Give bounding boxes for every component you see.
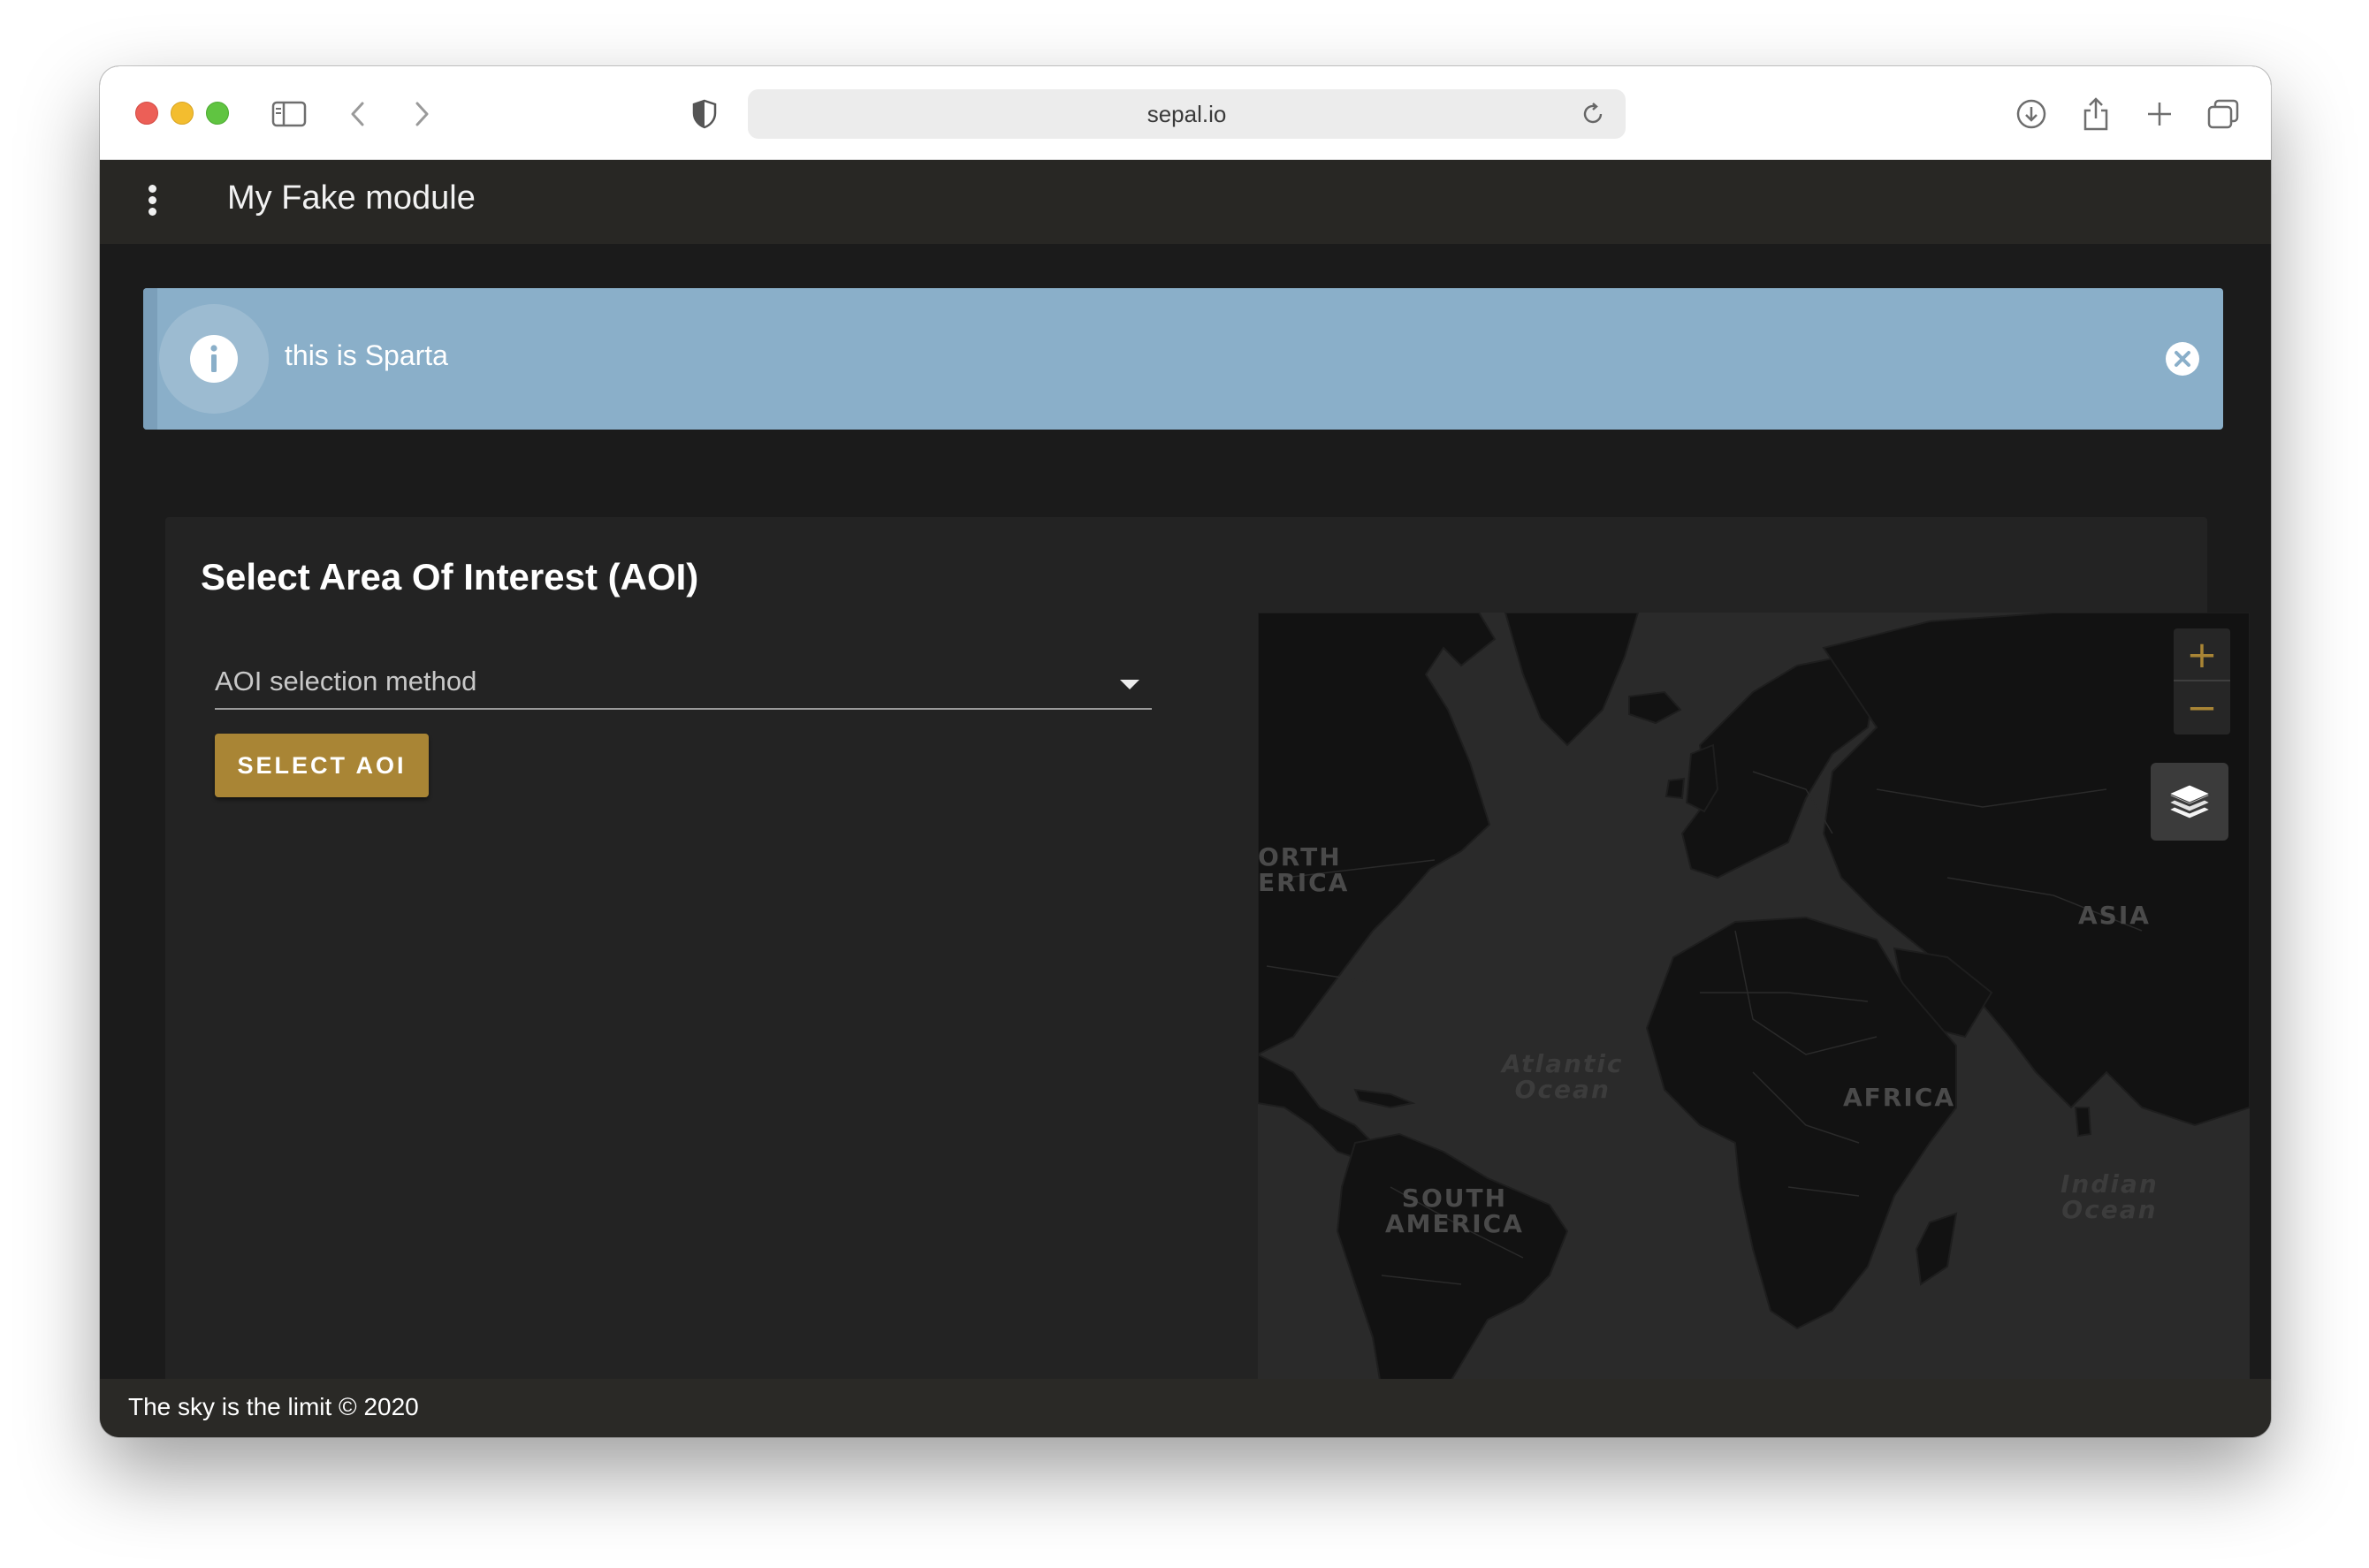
select-label: AOI selection method [215,666,477,696]
reload-icon[interactable] [1580,101,1606,127]
zoom-in-button[interactable]: + [2174,628,2230,680]
app-footer: The sky is the limit © 2020 [100,1379,2271,1437]
maximize-window-button[interactable] [206,102,229,125]
info-icon [159,304,269,414]
app-title: My Fake module [227,179,476,217]
alert-message: this is Sparta [285,339,448,371]
chevron-down-icon[interactable] [1120,680,1139,689]
forward-icon[interactable] [402,95,441,133]
map-label-africa: AFRICA [1843,1083,1955,1112]
map-label-north-america: ORTH ERICA [1258,842,1350,898]
url-bar[interactable]: sepal.io [748,89,1626,139]
aoi-card: Select Area Of Interest (AOI) AOI select… [165,517,2250,1437]
share-icon[interactable] [2076,95,2115,133]
zoom-control: + − [2174,628,2230,735]
info-alert: this is Sparta [143,288,2223,430]
browser-toolbar: sepal.io [100,66,2271,160]
more-vertical-icon[interactable] [139,185,165,220]
map-label-asia: ASIA [2078,901,2151,930]
browser-window: sepal.io My Fake module this is Sparta S… [100,66,2271,1437]
back-icon[interactable] [339,95,377,133]
tabs-overview-icon[interactable] [2204,95,2243,133]
zoom-out-button[interactable]: − [2174,681,2230,733]
select-aoi-button[interactable]: SELECT AOI [215,734,429,797]
shield-icon[interactable] [685,95,724,133]
close-window-button[interactable] [135,102,158,125]
map-label-south-america: SOUTH AMERICA [1385,1184,1524,1239]
footer-text: The sky is the limit © 2020 [128,1393,419,1420]
map-view[interactable]: ORTH ERICA ASIA AFRICA SOUTH AMERICA Atl… [1258,613,2250,1437]
close-circle-icon[interactable] [2165,341,2200,377]
world-map-land [1258,613,2250,1437]
sidebar-icon[interactable] [270,95,309,133]
download-icon[interactable] [2012,95,2051,133]
card-title: Select Area Of Interest (AOI) [201,556,699,598]
layers-button[interactable] [2151,763,2228,841]
app-bar: My Fake module [100,160,2271,244]
new-tab-icon[interactable] [2140,95,2179,133]
layers-icon [2167,784,2212,819]
alert-border [143,288,157,430]
aoi-method-select[interactable]: AOI selection method [215,658,1152,710]
map-label-indian-ocean: Indian Ocean [2060,1169,2159,1225]
url-text: sepal.io [1146,100,1227,127]
minimize-window-button[interactable] [171,102,194,125]
map-label-atlantic-ocean: Atlantic Ocean [1502,1049,1624,1105]
